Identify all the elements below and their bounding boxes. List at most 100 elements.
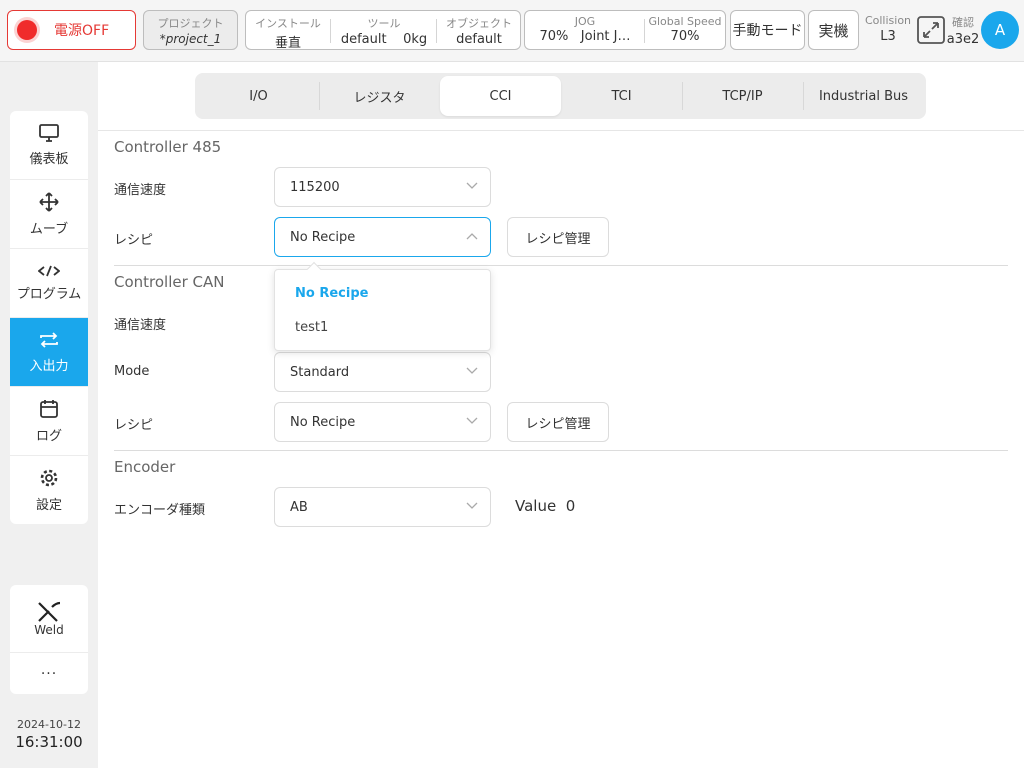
chevron-down-icon [466, 182, 478, 189]
can-recipe-select[interactable]: No Recipe [274, 402, 491, 442]
divider [644, 19, 645, 43]
install-tool-object-panel[interactable]: インストール 垂直 ツール default 0kg オブジェクト default [245, 10, 521, 51]
gear-icon [40, 469, 58, 487]
tab-tci[interactable]: TCI [561, 76, 682, 116]
chevron-down-icon [466, 417, 478, 424]
code-icon [38, 265, 60, 276]
sidebar-item-label: 設定 [35, 498, 62, 513]
divider [436, 19, 437, 43]
sidebar-item-label: ログ [35, 428, 62, 444]
tab-register[interactable]: レジスタ [319, 76, 440, 116]
sidebar-item-label: 儀表板 [29, 151, 69, 167]
sidebar-item-settings[interactable]: 設定 [10, 456, 88, 524]
install-cell: インストール 垂直 [250, 11, 326, 51]
more-button[interactable]: ··· [10, 653, 88, 694]
can-mode-value: Standard [290, 364, 350, 380]
can-recipe-label: レシピ [114, 418, 154, 433]
baud-rate-label: 通信速度 [114, 183, 167, 198]
tab-tcpip[interactable]: TCP/IP [682, 76, 803, 116]
can-mode-select[interactable]: Standard [274, 352, 491, 392]
section-divider [114, 450, 1008, 451]
project-caption: プロジェクト [157, 17, 224, 30]
install-caption: インストール [255, 17, 321, 30]
project-selector[interactable]: プロジェクト *project_1 [143, 10, 238, 50]
weld-button[interactable]: Weld [10, 585, 88, 653]
monitor-icon [39, 123, 59, 142]
confirm-caption: 確認 [952, 16, 974, 29]
sidebar-item-move[interactable]: ムーブ [10, 180, 88, 249]
speed-caption: Global Speed [648, 15, 722, 28]
recipe-value: No Recipe [290, 229, 356, 245]
confirm-code: 確認 a3e2 [946, 14, 980, 47]
object-value: default [456, 32, 502, 47]
move-icon [39, 191, 59, 212]
encoder-type-label: エンコーダ種類 [114, 503, 206, 518]
sidebar-item-program[interactable]: プログラム [10, 249, 88, 318]
section-divider [114, 265, 1008, 266]
user-avatar[interactable]: A [981, 11, 1019, 49]
can-recipe-value: No Recipe [290, 414, 356, 430]
recipe-select[interactable]: No Recipe [274, 217, 491, 257]
power-button[interactable]: 電源OFF [7, 10, 136, 50]
header-divider [98, 130, 1024, 131]
sidebar-item-dashboard[interactable]: 儀表板 [10, 111, 88, 180]
recipe-manage-button[interactable]: レシピ管理 [507, 217, 609, 257]
section-title-controller-485: Controller 485 [114, 138, 222, 156]
dropdown-option-test1[interactable]: test1 [295, 320, 328, 335]
tool-caption: ツール [367, 17, 401, 30]
object-cell: オブジェクト default [440, 11, 518, 49]
section-title-controller-can: Controller CAN [114, 273, 225, 291]
datetime-display: 2024-10-12 16:31:00 [0, 718, 98, 751]
collision-value: L3 [880, 29, 896, 44]
encoder-value-display: Value 0 [515, 497, 575, 515]
speed-cell: Global Speed 70% [646, 11, 724, 49]
expand-icon[interactable] [917, 16, 945, 44]
tool-weight: 0kg [403, 32, 428, 47]
can-mode-label: Mode [114, 364, 150, 379]
main-panel: I/O レジスタ CCI TCI TCP/IP Industrial Bus C… [98, 62, 1024, 768]
jog-percent: 70% [539, 29, 569, 44]
manual-mode-button[interactable]: 手動モード [730, 10, 805, 50]
tab-bar: I/O レジスタ CCI TCI TCP/IP Industrial Bus [195, 73, 926, 119]
jog-caption: JOG [574, 15, 596, 28]
tool-name: default [340, 32, 387, 47]
sidebar-item-log[interactable]: ログ [10, 387, 88, 456]
can-recipe-manage-button[interactable]: レシピ管理 [507, 402, 609, 442]
weld-label: Weld [34, 622, 64, 637]
jog-mode: Joint J… [580, 29, 631, 44]
sidebar-item-io[interactable]: 入出力 [10, 318, 88, 387]
real-robot-button[interactable]: 実機 [808, 10, 859, 50]
tool-value: default 0kg [338, 32, 430, 47]
tab-industrial-bus[interactable]: Industrial Bus [803, 76, 924, 116]
jog-speed-panel[interactable]: JOG 70% Joint J… Global Speed 70% [524, 10, 726, 50]
dropdown-option-no-recipe[interactable]: No Recipe [295, 286, 368, 301]
encoder-value: 0 [565, 497, 576, 515]
tab-cci[interactable]: CCI [440, 76, 561, 116]
chevron-up-icon [466, 233, 478, 240]
tab-io[interactable]: I/O [198, 76, 319, 116]
install-value: 垂直 [274, 36, 301, 51]
encoder-type-select[interactable]: AB [274, 487, 491, 527]
sidebar-extra: Weld ··· [10, 585, 88, 694]
chevron-down-icon [466, 367, 478, 374]
time-text: 16:31:00 [15, 733, 83, 751]
encoder-value-label: Value [515, 497, 557, 515]
recipe-dropdown-menu: No Recipe test1 [274, 261, 491, 351]
confirm-value: a3e2 [946, 32, 980, 47]
io-icon [40, 331, 58, 348]
collision-caption: Collision [864, 14, 912, 27]
section-title-encoder: Encoder [114, 458, 176, 476]
object-caption: オブジェクト [446, 17, 512, 30]
sidebar-nav: 儀表板 ムーブ プログラム 入出力 ログ 設定 [10, 111, 88, 524]
divider [330, 19, 331, 43]
jog-value: 70% Joint J… [529, 29, 641, 44]
encoder-type-value: AB [290, 499, 308, 515]
date-text: 2024-10-12 [17, 718, 81, 731]
baud-rate-value: 115200 [290, 179, 340, 195]
collision-level[interactable]: Collision L3 [862, 14, 914, 44]
baud-rate-select[interactable]: 115200 [274, 167, 491, 207]
sidebar-item-label: 入出力 [29, 358, 69, 374]
chevron-down-icon [466, 502, 478, 509]
sidebar-item-label: プログラム [16, 286, 82, 302]
project-value: *project_1 [159, 32, 222, 46]
